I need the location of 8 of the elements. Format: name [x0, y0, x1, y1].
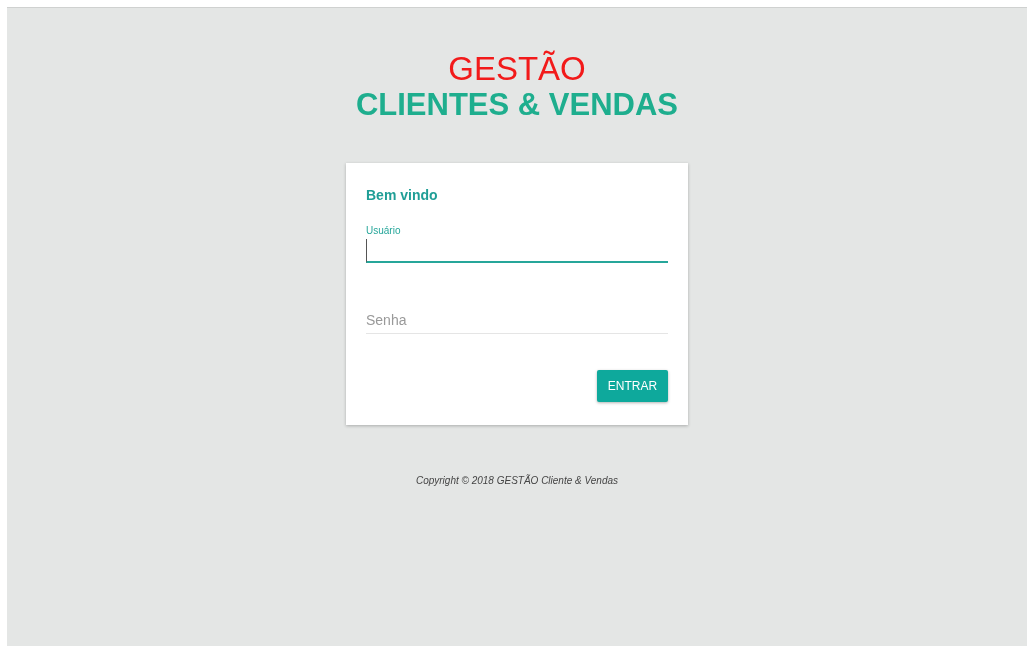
login-button[interactable]: ENTRAR	[597, 370, 668, 402]
copyright-text: Copyright © 2018 GESTÃO Cliente & Vendas	[415, 475, 619, 486]
brand-title: GESTÃO	[447, 51, 587, 87]
username-field[interactable]	[366, 239, 668, 263]
card-title: Bem vindo	[366, 187, 439, 203]
brand-subtitle: CLIENTES & VENDAS	[355, 87, 679, 123]
field-label: Usuário	[366, 225, 402, 238]
password-field[interactable]: Senha	[366, 307, 668, 334]
